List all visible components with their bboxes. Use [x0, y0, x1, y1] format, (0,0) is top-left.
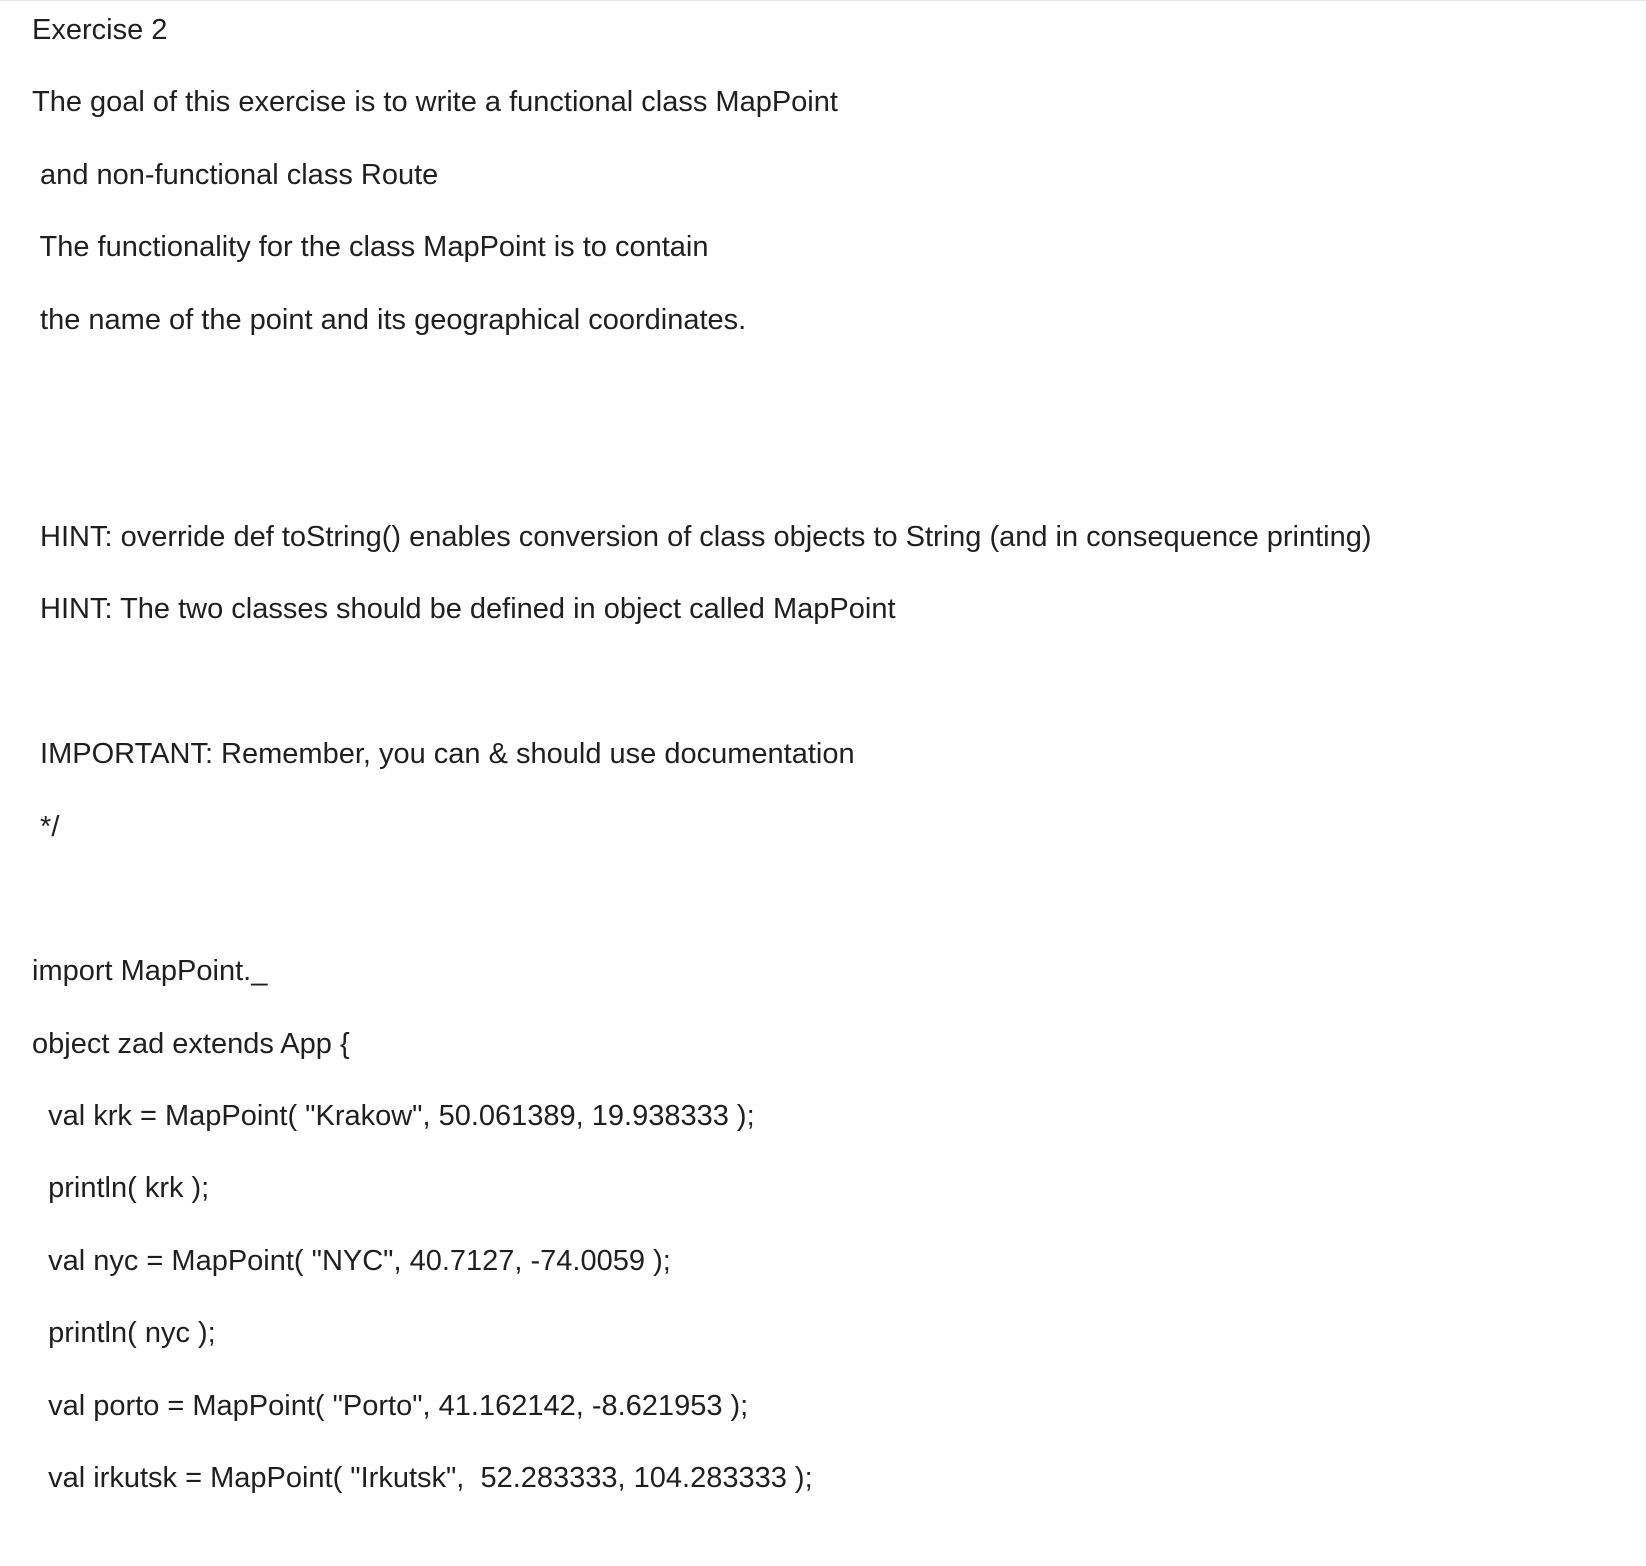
- coordinates-line: the name of the point and its geographic…: [32, 304, 747, 336]
- comment-close-line: */: [32, 811, 60, 843]
- code-line-irkutsk: val irkutsk = MapPoint( "Irkutsk", 52.28…: [32, 1462, 813, 1494]
- import-line: import MapPoint._: [32, 955, 268, 987]
- top-border: [0, 0, 1646, 1]
- functionality-line: The functionality for the class MapPoint…: [32, 231, 709, 263]
- important-line: IMPORTANT: Remember, you can & should us…: [32, 738, 855, 770]
- goal-line: The goal of this exercise is to write a …: [32, 86, 838, 118]
- code-line-krk: val krk = MapPoint( "Krakow", 50.061389,…: [32, 1100, 755, 1132]
- hint-tostring-line: HINT: override def toString() enables co…: [32, 521, 1372, 553]
- route-line: and non-functional class Route: [32, 159, 439, 191]
- object-declaration-line: object zad extends App {: [32, 1028, 350, 1060]
- code-line-println-nyc: println( nyc );: [32, 1317, 216, 1349]
- code-line-porto: val porto = MapPoint( "Porto", 41.162142…: [32, 1390, 749, 1422]
- hint-object-line: HINT: The two classes should be defined …: [32, 593, 896, 625]
- exercise-title: Exercise 2: [32, 14, 168, 46]
- code-line-nyc: val nyc = MapPoint( "NYC", 40.7127, -74.…: [32, 1245, 671, 1277]
- code-line-println-krk: println( krk );: [32, 1172, 210, 1204]
